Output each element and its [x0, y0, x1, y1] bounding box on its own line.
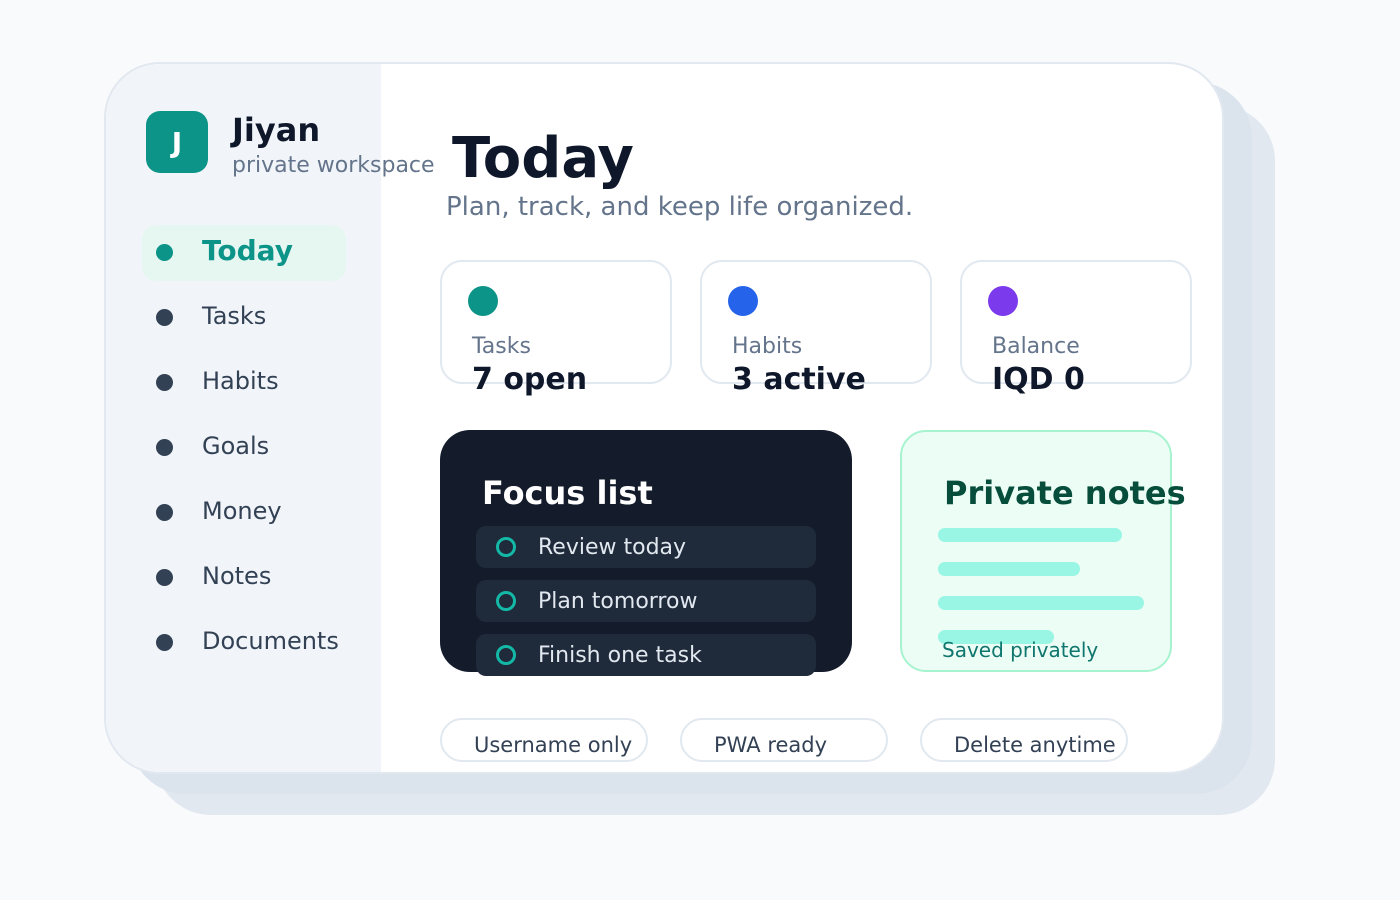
circle-check-icon[interactable]	[496, 591, 516, 611]
sidebar: J Jiyan private workspace Today Tasks Ha…	[106, 64, 435, 772]
sidebar-item-goals[interactable]: Goals	[142, 420, 346, 476]
private-notes-card[interactable]: Private notes Saved privately	[900, 430, 1186, 672]
sidebar-item-habits[interactable]: Habits	[142, 355, 346, 411]
note-line-placeholder	[938, 562, 1080, 576]
nav-dot-icon	[156, 504, 173, 521]
page-title: Today	[452, 126, 634, 191]
note-line-placeholder	[938, 596, 1144, 610]
focus-list-item[interactable]: Plan tomorrow	[476, 580, 816, 622]
sidebar-item-label: Habits	[202, 367, 279, 395]
app-window: J Jiyan private workspace Today Tasks Ha…	[104, 62, 1224, 774]
focus-list-card: Focus list Review today Plan tomorrow Fi…	[440, 430, 852, 676]
notes-status: Saved privately	[942, 638, 1099, 662]
page-subtitle: Plan, track, and keep life organized.	[446, 192, 914, 222]
pill-label: PWA ready	[714, 733, 828, 757]
focus-item-label: Plan tomorrow	[538, 589, 698, 614]
stat-label: Balance	[992, 334, 1080, 359]
note-line-placeholder	[938, 528, 1122, 542]
nav-dot-icon	[156, 374, 173, 391]
user-name: Jiyan	[232, 111, 321, 149]
sidebar-item-label: Notes	[202, 562, 272, 590]
nav-dot-icon	[156, 569, 173, 586]
sidebar-item-label: Goals	[202, 432, 270, 460]
pill-label: Delete anytime	[954, 733, 1116, 757]
sidebar-item-label: Today	[202, 234, 293, 267]
avatar[interactable]: J	[146, 111, 208, 173]
nav-dot-icon	[156, 439, 173, 456]
nav-dot-icon	[156, 244, 173, 261]
circle-check-icon[interactable]	[496, 645, 516, 665]
nav-dot-icon	[156, 309, 173, 326]
sidebar-item-documents[interactable]: Documents	[142, 615, 346, 671]
stat-value: 7 open	[472, 362, 588, 397]
feature-pill: Delete anytime	[920, 718, 1128, 762]
focus-item-label: Finish one task	[538, 643, 702, 668]
sidebar-item-today[interactable]: Today	[142, 225, 346, 281]
stat-card-tasks[interactable]: Tasks 7 open	[440, 260, 672, 397]
sidebar-item-notes[interactable]: Notes	[142, 550, 346, 606]
status-dot-icon	[468, 286, 498, 316]
sidebar-item-label: Money	[202, 497, 282, 525]
feature-pill: PWA ready	[680, 718, 888, 762]
circle-check-icon[interactable]	[496, 537, 516, 557]
stat-value: IQD 0	[992, 362, 1085, 397]
stat-card-balance[interactable]: Balance IQD 0	[960, 260, 1192, 397]
stat-card-habits[interactable]: Habits 3 active	[700, 260, 932, 397]
sidebar-item-label: Tasks	[202, 302, 267, 330]
stat-value: 3 active	[732, 362, 866, 397]
pill-label: Username only	[474, 733, 633, 757]
nav-dot-icon	[156, 634, 173, 651]
stat-label: Tasks	[472, 334, 531, 359]
sidebar-item-label: Documents	[202, 627, 339, 655]
stat-label: Habits	[732, 334, 803, 359]
focus-list-title: Focus list	[482, 474, 653, 512]
focus-item-label: Review today	[538, 535, 687, 560]
workspace-label: private workspace	[232, 153, 435, 178]
notes-title: Private notes	[944, 474, 1186, 512]
focus-list-item[interactable]: Review today	[476, 526, 816, 568]
feature-pill: Username only	[440, 718, 648, 762]
status-dot-icon	[728, 286, 758, 316]
sidebar-item-tasks[interactable]: Tasks	[142, 290, 346, 346]
status-dot-icon	[988, 286, 1018, 316]
focus-list-item[interactable]: Finish one task	[476, 634, 816, 676]
sidebar-item-money[interactable]: Money	[142, 485, 346, 541]
